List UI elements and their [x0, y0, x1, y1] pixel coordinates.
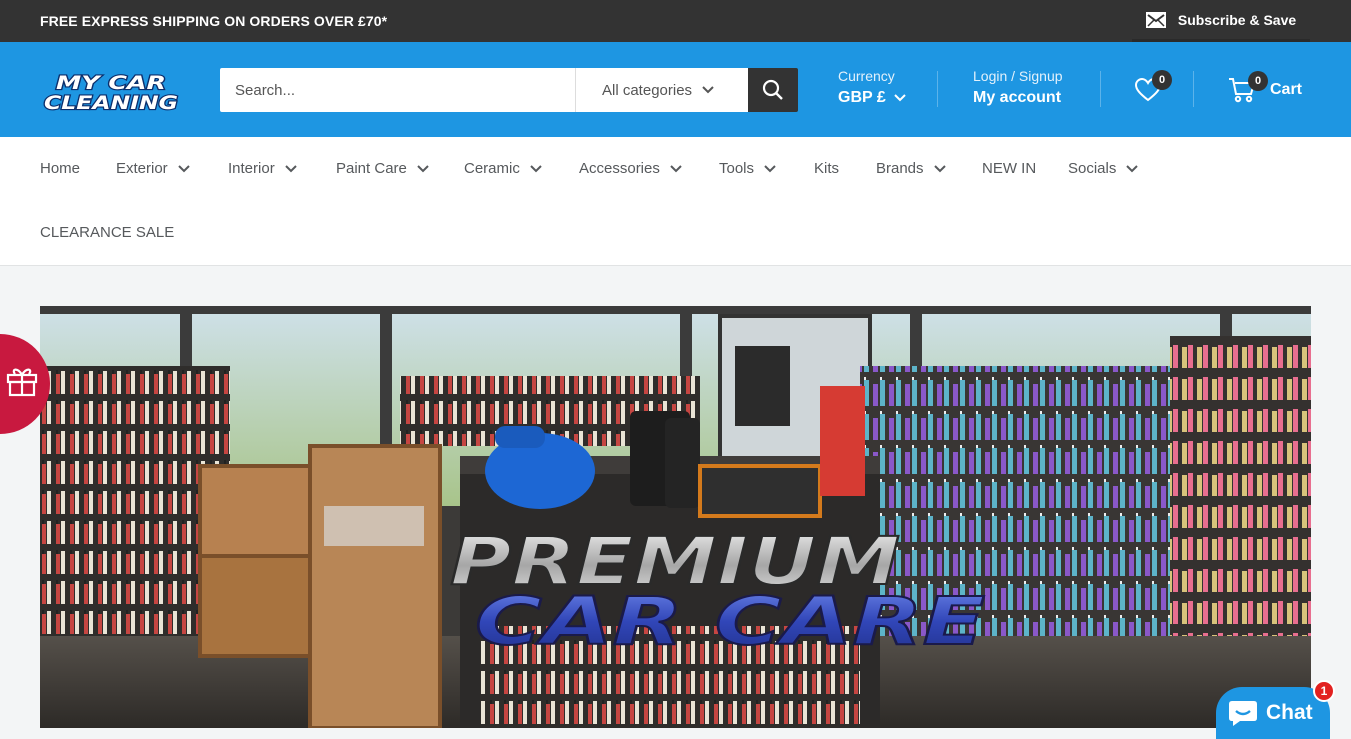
chevron-down-icon [1126, 164, 1139, 172]
hero-banner[interactable]: PREMIUM CAR CARE [40, 306, 1311, 728]
nav-item-new-in[interactable]: NEW IN [982, 160, 1036, 177]
nav-item-label: Paint Care [336, 160, 407, 177]
currency-selector[interactable]: Currency GBP £ [838, 68, 906, 107]
category-select[interactable]: All categories [575, 68, 748, 112]
nav-item-label: Socials [1068, 160, 1117, 177]
chat-notification-badge: 1 [1313, 680, 1335, 702]
chevron-down-icon [702, 86, 714, 94]
chevron-down-icon [177, 164, 190, 172]
chat-bubble-icon [1229, 701, 1257, 726]
wishlist-count-badge: 0 [1152, 70, 1172, 90]
cart-button[interactable]: 0 Cart [1228, 71, 1303, 103]
chevron-down-icon [670, 164, 682, 172]
nav-item-label: NEW IN [982, 160, 1037, 177]
announcement-bar: FREE EXPRESS SHIPPING ON ORDERS OVER £70… [0, 0, 1351, 42]
nav-item-ceramic[interactable]: Ceramic [464, 160, 542, 177]
chevron-down-icon [764, 164, 776, 172]
search-icon [762, 79, 783, 100]
cart-count-badge: 0 [1248, 71, 1268, 91]
search-button[interactable] [748, 68, 798, 112]
nav-item-brands[interactable]: Brands [876, 160, 946, 177]
svg-text:MY CAR: MY CAR [56, 72, 166, 94]
login-signup-label: Login / Signup [973, 68, 1063, 84]
header-divider [937, 71, 938, 107]
site-logo[interactable]: MY CAR CLEANING [42, 71, 180, 113]
nav-item-socials[interactable]: Socials [1068, 160, 1139, 177]
category-select-value: All categories [602, 81, 693, 99]
nav-item-home[interactable]: Home [40, 160, 80, 177]
nav-item-label: Interior [228, 160, 275, 177]
nav-item-label: Kits [814, 160, 840, 177]
search-bar: All categories [220, 68, 798, 112]
chevron-down-icon [894, 94, 906, 102]
nav-item-kits[interactable]: Kits [814, 160, 839, 177]
subscribe-label: Subscribe & Save [1177, 11, 1297, 28]
chevron-down-icon [530, 164, 542, 172]
svg-text:CLEANING: CLEANING [44, 92, 178, 113]
nav-item-label: Ceramic [464, 160, 520, 177]
gift-icon [6, 368, 38, 397]
subscribe-button[interactable]: Subscribe & Save [1132, 0, 1310, 42]
nav-item-label: Brands [876, 160, 924, 177]
chevron-down-icon [933, 164, 946, 172]
my-account-label: My account [973, 89, 1062, 106]
nav-item-clearance-sale[interactable]: CLEARANCE SALE [40, 224, 174, 241]
account-link[interactable]: Login / Signup My account [973, 68, 1063, 107]
chevron-down-icon [284, 164, 297, 172]
chat-label: Chat [1266, 701, 1313, 724]
envelope-icon [1145, 11, 1166, 28]
nav-item-label: Accessories [579, 160, 660, 177]
nav-item-label: Tools [719, 160, 755, 177]
nav-item-label: Home [40, 160, 81, 177]
currency-value: GBP £ [838, 89, 886, 106]
nav-item-exterior[interactable]: Exterior [116, 160, 190, 177]
chevron-down-icon [417, 164, 429, 172]
search-input[interactable] [220, 68, 575, 112]
cart-label: Cart [1270, 81, 1303, 98]
header-divider [1100, 71, 1101, 107]
hero-headline-line2: CAR CARE [475, 583, 985, 660]
wishlist-button[interactable]: 0 [1134, 70, 1172, 107]
nav-item-interior[interactable]: Interior [228, 160, 297, 177]
nav-item-tools[interactable]: Tools [719, 160, 776, 177]
nav-item-label: Exterior [116, 160, 168, 177]
site-header: MY CAR CLEANING All categories Currency … [0, 42, 1351, 137]
nav-item-paint-care[interactable]: Paint Care [336, 160, 429, 177]
header-divider [1193, 71, 1194, 107]
hero-store-photo: PREMIUM CAR CARE [40, 306, 1311, 728]
nav-item-label: CLEARANCE SALE [40, 224, 175, 241]
shipping-promo-text: FREE EXPRESS SHIPPING ON ORDERS OVER £70… [40, 13, 388, 29]
currency-label: Currency [838, 68, 895, 84]
nav-item-accessories[interactable]: Accessories [579, 160, 682, 177]
main-navigation: Home Exterior Interior Paint Care Cerami… [0, 137, 1351, 266]
